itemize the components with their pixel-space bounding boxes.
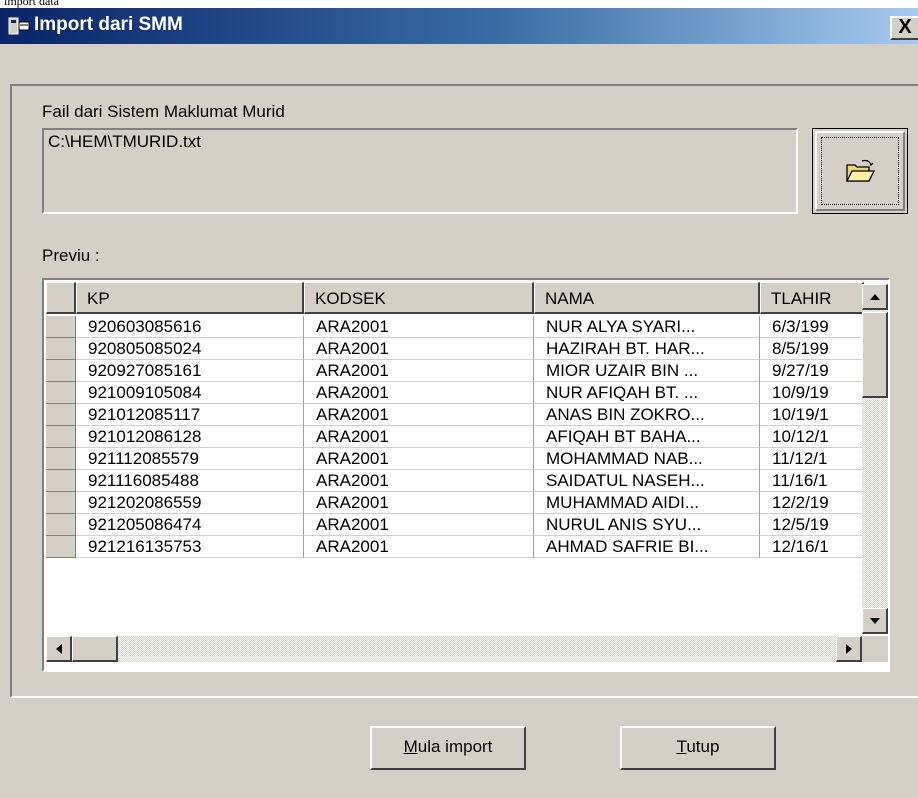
import-dialog: Import dari SMM X Fail dari Sistem Maklu… <box>0 8 918 798</box>
row-selector[interactable] <box>46 536 76 558</box>
table-cell[interactable]: 10/19/1 <box>760 404 864 426</box>
table-cell[interactable]: ARA2001 <box>304 426 534 448</box>
row-selector[interactable] <box>46 404 76 426</box>
row-selector[interactable] <box>46 382 76 404</box>
horizontal-scrollbar[interactable] <box>46 636 862 662</box>
table-cell[interactable]: 921112085579 <box>76 448 304 470</box>
arrow-left-icon <box>56 644 62 654</box>
table-cell[interactable]: 920927085161 <box>76 360 304 382</box>
row-selector[interactable] <box>46 338 76 360</box>
table-cell[interactable]: 12/5/19 <box>760 514 864 536</box>
arrow-up-icon <box>870 294 880 300</box>
table-cell[interactable]: ARA2001 <box>304 338 534 360</box>
table-cell[interactable]: ARA2001 <box>304 360 534 382</box>
row-selector[interactable] <box>46 448 76 470</box>
row-selector[interactable] <box>46 514 76 536</box>
top-edge-strip: import data <box>0 0 918 8</box>
browse-file-button[interactable] <box>812 128 908 214</box>
table-cell[interactable]: MUHAMMAD AIDI... <box>534 492 760 514</box>
table-cell[interactable]: AHMAD SAFRIE BI... <box>534 536 760 558</box>
table-cell[interactable]: 921009105084 <box>76 382 304 404</box>
row-selector[interactable] <box>46 426 76 448</box>
column-header-kp[interactable]: KP <box>76 282 304 314</box>
table-cell[interactable]: NURUL ANIS SYU... <box>534 514 760 536</box>
table-cell[interactable]: HAZIRAH BT. HAR... <box>534 338 760 360</box>
table-cell[interactable]: 921012085117 <box>76 404 304 426</box>
scrollbar-corner <box>862 636 888 662</box>
preview-grid[interactable]: KP KODSEK NAMA TLAHIR 920603085616 ARA20… <box>42 278 890 672</box>
table-cell[interactable]: 921116085488 <box>76 470 304 492</box>
row-selector[interactable] <box>46 316 76 338</box>
file-path-field[interactable]: C:\HEM\TMURID.txt <box>42 128 798 214</box>
scroll-down-button[interactable] <box>862 608 888 634</box>
close-accelerator: T <box>676 737 687 756</box>
scroll-right-button[interactable] <box>836 636 862 662</box>
close-label: utup <box>686 737 720 756</box>
row-selector[interactable] <box>46 360 76 382</box>
table-cell[interactable]: ARA2001 <box>304 404 534 426</box>
scroll-left-button[interactable] <box>46 636 72 662</box>
start-import-button[interactable]: Mula import <box>370 726 526 770</box>
table-cell[interactable]: 921205086474 <box>76 514 304 536</box>
table-cell[interactable]: ARA2001 <box>304 382 534 404</box>
table-cell[interactable]: 10/9/19 <box>760 382 864 404</box>
table-cell[interactable]: ARA2001 <box>304 514 534 536</box>
column-header-nama[interactable]: NAMA <box>534 282 760 314</box>
grid-corner-header <box>46 282 76 314</box>
table-cell[interactable]: 12/16/1 <box>760 536 864 558</box>
table-cell[interactable]: 9/27/19 <box>760 360 864 382</box>
table-cell[interactable]: 10/12/1 <box>760 426 864 448</box>
close-button[interactable]: Tutup <box>620 726 776 770</box>
table-cell[interactable]: 921216135753 <box>76 536 304 558</box>
table-cell[interactable]: NUR ALYA SYARI... <box>534 316 760 338</box>
table-cell[interactable]: 920603085616 <box>76 316 304 338</box>
start-import-accelerator: M <box>403 737 418 756</box>
close-icon: X <box>898 16 912 38</box>
app-icon <box>8 17 30 35</box>
row-selector[interactable] <box>46 470 76 492</box>
table-cell[interactable]: ARA2001 <box>304 536 534 558</box>
table-cell[interactable]: ARA2001 <box>304 492 534 514</box>
vertical-scroll-thumb[interactable] <box>862 312 888 398</box>
open-folder-icon <box>845 159 875 182</box>
file-source-label: Fail dari Sistem Maklumat Murid <box>42 102 285 121</box>
title-bar[interactable]: Import dari SMM X <box>0 8 918 44</box>
arrow-down-icon <box>870 618 880 624</box>
scroll-up-button[interactable] <box>862 284 888 310</box>
table-cell[interactable]: SAIDATUL NASEH... <box>534 470 760 492</box>
table-cell[interactable]: AFIQAH BT BAHA... <box>534 426 760 448</box>
preview-label: Previu : <box>42 246 100 265</box>
column-header-tlahir[interactable]: TLAHIR <box>760 282 864 314</box>
table-cell[interactable]: 8/5/199 <box>760 338 864 360</box>
vertical-scrollbar[interactable] <box>862 284 888 634</box>
row-selector[interactable] <box>46 492 76 514</box>
table-cell[interactable]: ANAS BIN ZOKRO... <box>534 404 760 426</box>
table-cell[interactable]: MOHAMMAD NAB... <box>534 448 760 470</box>
close-window-button[interactable]: X <box>890 16 918 40</box>
table-cell[interactable]: 11/12/1 <box>760 448 864 470</box>
table-cell[interactable]: 920805085024 <box>76 338 304 360</box>
table-cell[interactable]: 921202086559 <box>76 492 304 514</box>
arrow-right-icon <box>846 644 852 654</box>
table-cell[interactable]: 6/3/199 <box>760 316 864 338</box>
table-cell[interactable]: 921012086128 <box>76 426 304 448</box>
column-header-kodsek[interactable]: KODSEK <box>304 282 534 314</box>
table-cell[interactable]: 12/2/19 <box>760 492 864 514</box>
horizontal-scroll-thumb[interactable] <box>72 636 118 662</box>
table-cell[interactable]: ARA2001 <box>304 448 534 470</box>
table-cell[interactable]: NUR AFIQAH BT. ... <box>534 382 760 404</box>
table-cell[interactable]: ARA2001 <box>304 316 534 338</box>
table-cell[interactable]: MIOR UZAIR BIN ... <box>534 360 760 382</box>
table-cell[interactable]: ARA2001 <box>304 470 534 492</box>
start-import-label: ula import <box>417 737 493 756</box>
cropped-text-fragment: import data <box>4 0 59 8</box>
window-title: Import dari SMM <box>34 14 183 35</box>
file-path-value: C:\HEM\TMURID.txt <box>48 132 201 151</box>
table-cell[interactable]: 11/16/1 <box>760 470 864 492</box>
